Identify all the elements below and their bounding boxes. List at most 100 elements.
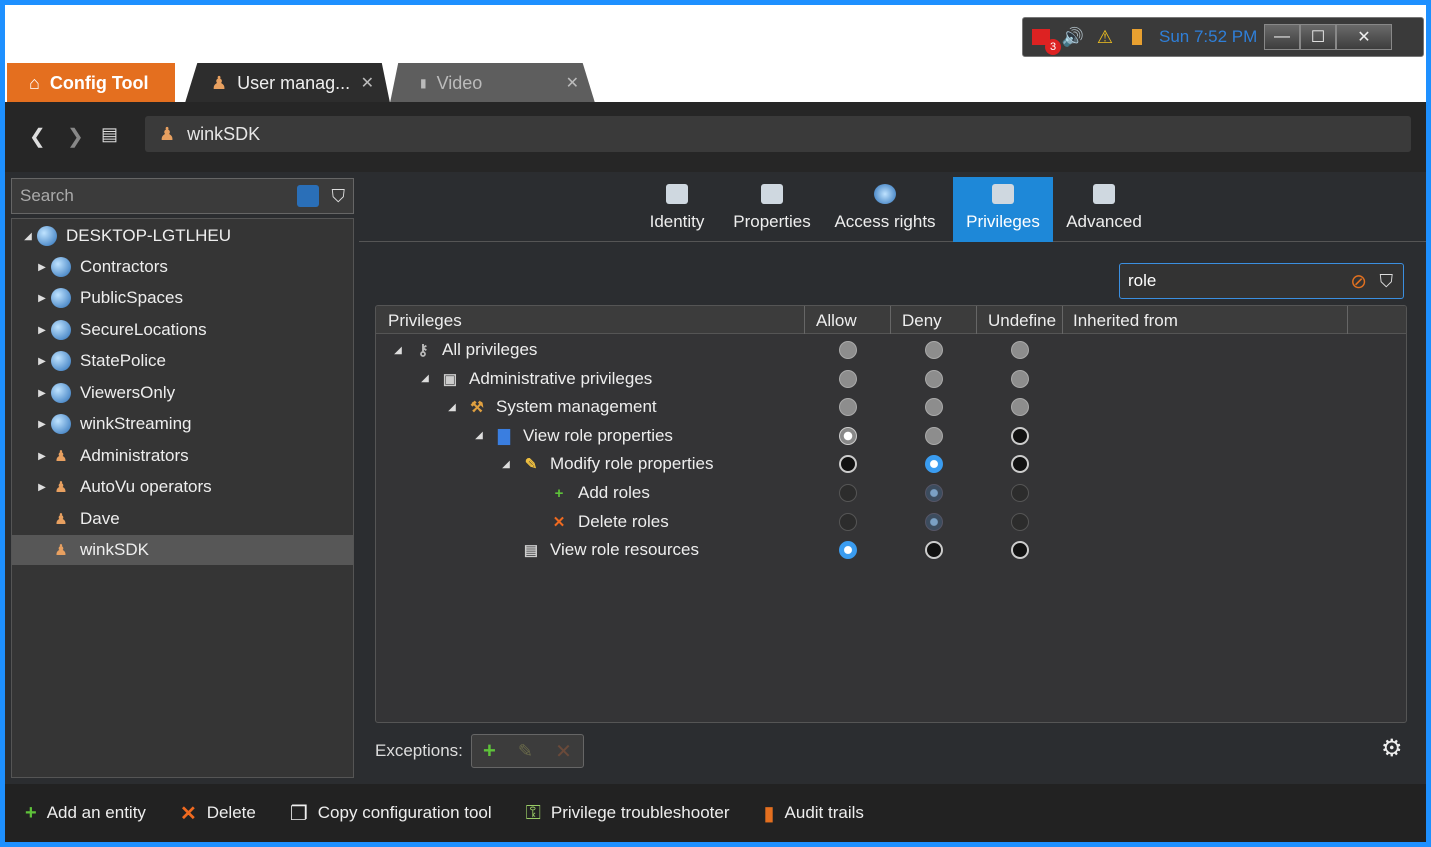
minimize-button[interactable]: — [1264,24,1300,50]
monitor-icon[interactable] [1123,23,1151,51]
deny-radio[interactable] [925,512,943,531]
add-exception-icon[interactable]: + [483,738,496,764]
tree-item[interactable]: ▶ PublicSpaces [34,283,183,313]
close-tab-icon[interactable]: ✕ [361,73,374,93]
tree-item[interactable]: ▶ SecureLocations [34,315,207,345]
privilege-filter-input[interactable]: role ⊘ ⛉ [1119,263,1404,299]
col-deny[interactable]: Deny [902,311,942,331]
expand-icon[interactable]: ▶ [34,451,50,462]
close-tab-icon[interactable]: ✕ [566,73,579,93]
deny-radio[interactable] [925,541,943,560]
edit-exception-icon[interactable]: ✎ [518,741,533,762]
filter-icon[interactable]: ⛉ [332,186,346,207]
deny-radio[interactable] [925,398,943,417]
undefine-radio[interactable] [1011,398,1029,417]
tree-item[interactable]: ▶ ♟ Administrators [34,441,189,471]
user-group-icon: ♟ [54,479,68,496]
tab-user-management[interactable]: ♟ User manag... ✕ [185,63,390,103]
tree-item-label: winkSDK [80,540,149,559]
globe-icon [50,319,72,341]
expand-icon[interactable]: ▶ [34,388,50,399]
filter-icon[interactable]: ⛉ [1380,271,1394,292]
expand-icon[interactable]: ◢ [471,430,487,441]
troubleshooter-icon: ⚿ [525,801,541,824]
expand-icon[interactable]: ▶ [34,325,50,336]
globe-icon [50,287,72,309]
col-allow[interactable]: Allow [816,311,857,331]
deny-radio[interactable] [925,369,943,388]
allow-radio[interactable] [839,398,857,417]
audit-trails-button[interactable]: ▮ Audit trails [764,801,864,826]
warning-icon[interactable]: ⚠ [1091,23,1119,51]
add-entity-button[interactable]: + Add an entity [25,802,146,825]
col-undefine[interactable]: Undefine [988,311,1056,331]
forward-icon[interactable]: ❯ [67,124,84,149]
expand-icon[interactable]: ▶ [34,262,50,273]
allow-radio[interactable] [839,512,857,531]
expand-icon[interactable]: ◢ [20,231,36,242]
undefine-radio[interactable] [1011,541,1029,560]
clear-filter-icon[interactable]: ⊘ [1350,269,1367,294]
deny-radio[interactable] [925,484,943,502]
tab-privileges[interactable]: Privileges [953,177,1053,242]
copy-configuration-tool-button[interactable]: ❐ Copy configuration tool [290,801,492,826]
expand-icon[interactable]: ▶ [34,293,50,304]
expand-icon[interactable]: ▶ [34,482,50,493]
tree-item[interactable]: ♟ winkSDK [12,535,353,565]
undefine-radio[interactable] [1011,484,1029,502]
privilege-row: + Add roles [526,479,650,507]
expand-icon[interactable]: ◢ [498,459,514,470]
search-placeholder: Search [20,186,74,205]
delete-button[interactable]: ✕ Delete [180,801,256,826]
volume-icon[interactable]: 🔊 [1059,23,1087,51]
tree-item[interactable]: ♟ Dave [34,504,119,534]
tab-properties[interactable]: Properties [727,177,817,242]
deny-radio[interactable] [925,455,943,474]
delete-exception-icon[interactable]: ✕ [555,739,572,764]
undefine-radio[interactable] [1011,512,1029,531]
settings-gear-icon[interactable]: ⚙ [1381,734,1403,763]
deny-radio[interactable] [925,341,943,359]
tree-item[interactable]: ▶ winkStreaming [34,409,192,439]
undefine-radio[interactable] [1011,369,1029,388]
privilege-troubleshooter-button[interactable]: ⚿ Privilege troubleshooter [526,802,730,825]
tree-item[interactable]: ▶ ♟ AutoVu operators [34,472,212,502]
undefine-radio[interactable] [1011,455,1029,474]
expand-icon[interactable]: ▶ [34,356,50,367]
allow-radio[interactable] [839,341,857,359]
allow-radio[interactable] [839,541,857,560]
notification-icon[interactable]: 3 [1027,23,1061,55]
expand-icon[interactable]: ◢ [390,345,406,356]
undefine-radio[interactable] [1011,426,1029,445]
search-input[interactable]: Search ⛉ [11,178,354,214]
allow-radio[interactable] [839,455,857,474]
allow-radio[interactable] [839,369,857,388]
tree-item[interactable]: ▶ Contractors [34,252,168,282]
privilege-label: Delete roles [578,511,669,531]
col-inherited-from[interactable]: Inherited from [1073,311,1178,331]
tab-identity[interactable]: Identity [633,177,721,242]
back-icon[interactable]: ❮ [29,124,46,149]
history-icon[interactable]: ▤ [101,124,118,145]
tab-advanced[interactable]: Advanced [1059,177,1149,242]
deny-radio[interactable] [925,426,943,445]
close-window-button[interactable]: ✕ [1336,24,1392,50]
tab-config-tool[interactable]: ⌂ Config Tool [7,63,175,103]
col-privileges[interactable]: Privileges [388,311,462,331]
expand-icon[interactable]: ▶ [34,419,50,430]
undefine-radio[interactable] [1011,341,1029,359]
globe-search-icon[interactable] [297,185,319,207]
address-bar[interactable]: ♟ winkSDK [145,116,1411,152]
tree-item[interactable]: ▶ StatePolice [34,346,166,376]
expand-icon[interactable]: ◢ [417,373,433,384]
tree-item[interactable]: ▶ ViewersOnly [34,378,175,408]
allow-radio[interactable] [839,484,857,502]
tab-access-rights[interactable]: Access rights [829,177,941,242]
tab-video[interactable]: ▮ Video ✕ [390,63,595,103]
col-separator [804,306,805,334]
maximize-button[interactable]: ☐ [1300,24,1336,50]
expand-icon[interactable]: ◢ [444,402,460,413]
privilege-label: Modify role properties [550,454,714,474]
allow-radio[interactable] [839,426,857,445]
tree-item[interactable]: ◢ DESKTOP-LGTLHEU [20,221,231,251]
